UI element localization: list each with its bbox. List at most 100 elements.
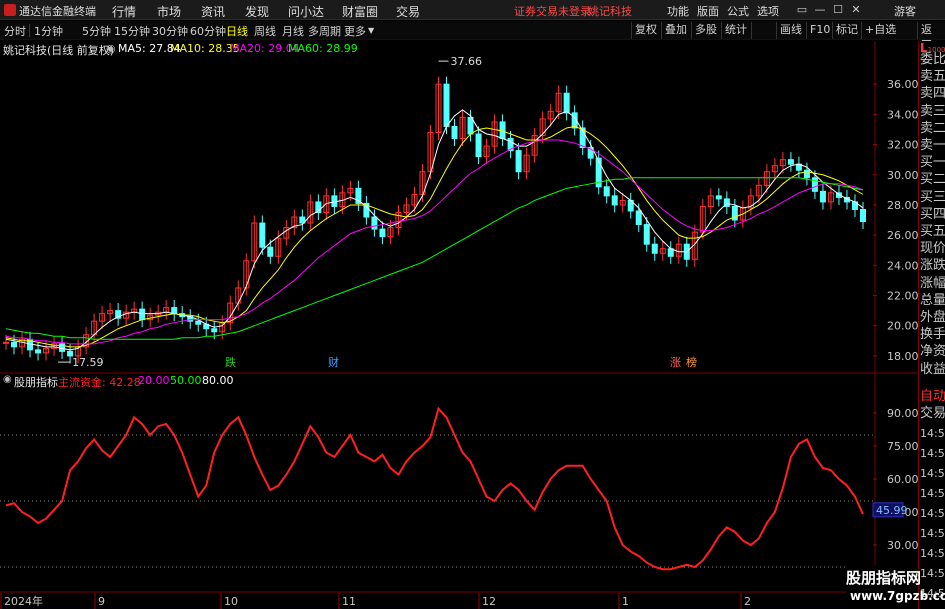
- watermark-title: 股朋指标网: [846, 569, 922, 587]
- multi-stock-button[interactable]: 多股: [691, 22, 720, 39]
- period-1min[interactable]: 1分钟: [34, 23, 63, 39]
- back-button[interactable]: 返回: [917, 22, 945, 52]
- sidebar-trade[interactable]: 交易: [920, 402, 945, 421]
- candle-body: [515, 150, 522, 173]
- candle-body: [651, 243, 658, 254]
- price-tick-label: 20.00: [887, 320, 918, 333]
- period-5min[interactable]: 5分钟: [82, 23, 111, 39]
- period-weekly[interactable]: 周线: [254, 23, 276, 39]
- ma60-label: MA60: 28.99: [288, 42, 358, 55]
- candle-body: [603, 186, 610, 197]
- sidebar-time: 14:56: [920, 507, 945, 520]
- price-tick-label: 18.00: [887, 350, 918, 363]
- kline-chart[interactable]: 36.00 34.00 32.00 30.00 28.00 26.00 24.00 22.00…: [0, 41, 918, 609]
- menu-item-discover[interactable]: 发现: [245, 3, 269, 20]
- menu-item-quotes[interactable]: 行情: [112, 3, 136, 20]
- sidebar-item: 卖二: [920, 120, 945, 136]
- menu-item-trade[interactable]: 交易: [396, 3, 420, 20]
- price-tick-label: 30.00: [887, 169, 918, 182]
- candle-body: [11, 341, 18, 348]
- menu-item-news[interactable]: 资讯: [201, 3, 225, 20]
- candle-body: [859, 208, 866, 223]
- candle-body: [259, 222, 266, 248]
- sidebar-item: 委比: [920, 52, 945, 67]
- sidebar-item: 收益: [920, 361, 945, 377]
- period-daily[interactable]: 日线: [226, 23, 248, 39]
- price-tick-label: 36.00: [887, 78, 918, 91]
- sidebar-item: 现价: [920, 241, 945, 257]
- candle-body: [267, 246, 274, 257]
- quote-sidebar: L1000 委比 卖五 卖四 卖三 卖二 卖一 买一 买二 买三 买四 买五 现价 涨跌 涨幅 总量 外盘 换手…: [918, 41, 945, 609]
- draw-line-button[interactable]: 画线: [776, 22, 805, 39]
- sidebar-item: 换手: [920, 327, 945, 343]
- minimize-icon[interactable]: ▭: [794, 2, 810, 18]
- sidebar-item: 卖一: [920, 138, 945, 153]
- indicator-name: 股朋指标: [14, 376, 58, 389]
- menu-function[interactable]: 功能: [667, 3, 689, 19]
- candle-body: [811, 177, 818, 192]
- period-60min[interactable]: 60分钟: [190, 23, 226, 39]
- menu-item-wealth[interactable]: 财富圈: [342, 3, 378, 20]
- menu-item-ask[interactable]: 问小达: [288, 3, 324, 20]
- period-monthly[interactable]: 月线: [282, 23, 304, 39]
- candle-body: [139, 308, 146, 321]
- price-tick-label: 28.00: [887, 199, 918, 212]
- price-tick-label: 24.00: [887, 259, 918, 272]
- app-logo-icon: [4, 4, 16, 16]
- sidebar-item: 涨幅: [920, 275, 945, 291]
- indicator-line-main: [5, 406, 864, 571]
- indicator-main-label: 主流资金: 42.28: [58, 376, 141, 389]
- sidebar-item: 卖四: [920, 86, 945, 102]
- sidebar-item: 总量: [920, 292, 945, 308]
- more-chevron-icon[interactable]: ▼: [368, 26, 374, 35]
- indicator-settings-icon[interactable]: ◉: [3, 374, 12, 385]
- period-15min[interactable]: 15分钟: [114, 23, 150, 39]
- menu-layout[interactable]: 版面: [697, 3, 719, 19]
- period-more[interactable]: 更多: [344, 23, 366, 39]
- add-watchlist-button[interactable]: +自选: [861, 22, 899, 39]
- event-marker: 榜: [686, 355, 697, 369]
- candle-body: [379, 228, 386, 238]
- indicator-line-20: 20.00: [138, 374, 170, 387]
- overlay-button[interactable]: 叠加: [661, 22, 690, 39]
- adjust-button[interactable]: 复权: [631, 22, 660, 39]
- period-multi[interactable]: 多周期: [308, 23, 341, 39]
- close-icon[interactable]: ✕: [848, 2, 864, 18]
- event-marker: 跌: [225, 355, 236, 369]
- sidebar-item: 买三: [920, 189, 945, 205]
- menu-item-market[interactable]: 市场: [157, 3, 181, 20]
- candle-body: [3, 341, 9, 344]
- candle-body: [195, 320, 202, 325]
- settings-icon[interactable]: ◉: [106, 42, 116, 55]
- date-tick-label: 11: [342, 595, 356, 608]
- statistics-button[interactable]: 统计: [721, 22, 750, 39]
- sidebar-item: 买一: [920, 155, 945, 171]
- indicator-line-80: 80.00: [202, 374, 234, 387]
- high-label: 37.66: [451, 55, 483, 68]
- indicator-tick-label: 75.00: [887, 440, 918, 453]
- price-tick-label: 22.00: [887, 290, 918, 303]
- sidebar-time: 14:56: [920, 467, 945, 480]
- candle-body: [635, 210, 642, 226]
- menu-options[interactable]: 选项: [757, 3, 779, 19]
- f10-button[interactable]: F10: [806, 22, 833, 39]
- mark-button[interactable]: 标记: [832, 22, 861, 39]
- candle-body: [443, 83, 450, 127]
- sidebar-item: 外盘: [920, 310, 945, 325]
- sidebar-item: 卖三: [920, 103, 945, 119]
- candle-body: [211, 328, 218, 333]
- maximize-icon[interactable]: ☐: [830, 2, 846, 18]
- indicator-tick-label: 30.00: [887, 539, 918, 552]
- sidebar-time: 14:56: [920, 527, 945, 540]
- menu-formula[interactable]: 公式: [727, 3, 749, 19]
- price-tick-label: 26.00: [887, 229, 918, 242]
- date-tick-label: 10: [224, 595, 238, 608]
- low-label: 17.59: [72, 356, 104, 369]
- guest-label[interactable]: 游客: [894, 3, 916, 19]
- indicator-tick-label: 60.00: [887, 473, 918, 486]
- period-intraday[interactable]: 分时: [4, 23, 26, 39]
- period-30min[interactable]: 30分钟: [152, 23, 188, 39]
- login-notice[interactable]: 证券交易未登录: [514, 3, 591, 19]
- event-marker: 涨: [670, 356, 681, 369]
- minimize-window-icon[interactable]: —: [812, 2, 828, 18]
